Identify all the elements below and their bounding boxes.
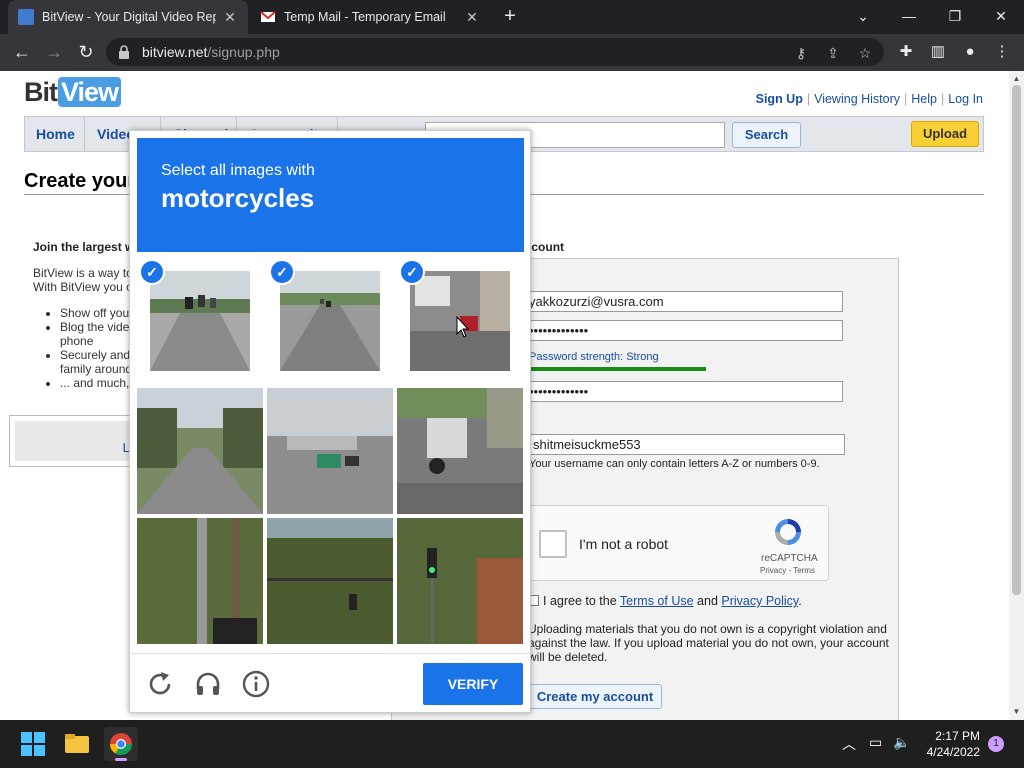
browser-tab-strip: BitView - Your Digital Video Repository … xyxy=(0,0,1024,34)
tab-temp-mail[interactable]: Temp Mail - Temporary Email ✕ xyxy=(250,0,490,34)
challenge-tile-8[interactable] xyxy=(267,518,393,644)
challenge-tile-9[interactable] xyxy=(397,518,523,644)
recaptcha-checkbox[interactable] xyxy=(539,530,567,558)
upload-button[interactable]: Upload xyxy=(911,121,979,147)
gmail-favicon-icon xyxy=(260,9,276,25)
recaptcha-widget: I'm not a robot reCAPTCHA Privacy - Term… xyxy=(528,505,829,581)
audio-icon[interactable] xyxy=(193,669,223,699)
top-links: Sign Up | Viewing History | Help | Log In xyxy=(755,92,983,106)
login-link[interactable]: Log In xyxy=(948,92,983,106)
scroll-up-icon[interactable]: ▲ xyxy=(1009,74,1024,83)
tray-chevron-up-icon[interactable]: ︿ xyxy=(842,734,856,754)
reload-page-icon[interactable]: ↻ xyxy=(74,40,98,64)
taskbar: ︿ ▭ 🔈 2:17 PM 4/24/2022 1 xyxy=(0,720,1024,768)
selected-check-icon: ✓ xyxy=(139,259,165,285)
url-text: bitview.net/signup.php xyxy=(142,44,280,60)
nav-home[interactable]: Home xyxy=(25,117,85,151)
lock-icon xyxy=(118,45,130,64)
viewing-history-link[interactable]: Viewing History xyxy=(814,92,900,106)
recaptcha-brand: reCAPTCHA xyxy=(761,553,818,564)
side-panel-icon[interactable]: ▥ xyxy=(928,42,948,62)
tab-title: BitView - Your Digital Video Repository xyxy=(42,10,216,24)
kebab-menu-icon[interactable]: ⋮ xyxy=(992,42,1012,62)
challenge-tile-4[interactable] xyxy=(137,388,263,514)
mouse-cursor-icon xyxy=(456,316,470,338)
selected-check-icon: ✓ xyxy=(269,259,295,285)
volume-icon[interactable]: 🔈 xyxy=(893,734,910,751)
tab-title: Temp Mail - Temporary Email xyxy=(284,10,446,24)
password-strength-text: Password strength: Strong xyxy=(529,351,659,363)
restore-icon[interactable]: ❐ xyxy=(943,4,967,28)
challenge-tile-6[interactable] xyxy=(397,388,523,514)
help-link[interactable]: Help xyxy=(911,92,937,106)
clock-time: 2:17 PM xyxy=(935,729,980,743)
share-icon[interactable]: ⇪ xyxy=(824,44,842,62)
tab-bitview[interactable]: BitView - Your Digital Video Repository … xyxy=(8,0,248,34)
agree-row: I agree to the Terms of Use and Privacy … xyxy=(528,594,802,608)
notification-badge[interactable]: 1 xyxy=(988,736,1004,752)
reload-icon[interactable] xyxy=(145,669,175,699)
windows-start-icon[interactable] xyxy=(16,727,50,761)
recaptcha-privacy-terms[interactable]: Privacy - Terms xyxy=(760,566,815,575)
clock-date: 4/24/2022 xyxy=(926,745,980,759)
challenge-target: motorcycles xyxy=(161,183,315,213)
back-arrow-icon[interactable]: ← xyxy=(10,40,34,64)
info-icon[interactable] xyxy=(241,669,271,699)
recaptcha-label: I'm not a robot xyxy=(579,536,669,552)
verify-button[interactable]: VERIFY xyxy=(423,663,523,705)
scroll-down-icon[interactable]: ▼ xyxy=(1009,707,1024,716)
copyright-notice: Uploading materials that you do not own … xyxy=(528,622,889,664)
key-icon[interactable]: ⚷ xyxy=(792,44,810,62)
terms-link[interactable]: Terms of Use xyxy=(620,594,694,608)
password-strength-bar xyxy=(529,367,706,371)
new-tab-plus-icon[interactable]: + xyxy=(498,4,522,28)
bookmark-star-icon[interactable]: ☆ xyxy=(856,44,874,62)
create-account-button[interactable]: Create my account xyxy=(528,684,662,709)
challenge-tile-7[interactable] xyxy=(137,518,263,644)
search-button[interactable]: Search xyxy=(732,122,801,148)
challenge-instruction: Select all images with xyxy=(161,162,315,179)
bitview-logo[interactable]: Bit View xyxy=(24,77,122,108)
close-window-icon[interactable]: ✕ xyxy=(989,4,1013,28)
recaptcha-challenge: Select all images with motorcycles ✓ ✓ ✓ xyxy=(129,130,531,713)
file-explorer-icon[interactable] xyxy=(60,727,94,761)
selected-check-icon: ✓ xyxy=(399,259,425,285)
username-hint: Your username can only contain letters A… xyxy=(529,458,820,470)
page-scrollbar[interactable]: ▲ ▼ xyxy=(1009,71,1024,720)
scroll-thumb[interactable] xyxy=(1012,85,1021,595)
privacy-link[interactable]: Privacy Policy xyxy=(721,594,798,608)
tab-search-chevron-icon[interactable]: ⌄ xyxy=(851,4,875,28)
signup-link[interactable]: Sign Up xyxy=(756,92,803,106)
chrome-icon[interactable] xyxy=(104,727,138,761)
browser-toolbar: ← → ↻ bitview.net/signup.php ⚷ ⇪ ☆ ✚ ▥ ●… xyxy=(0,34,1024,71)
forward-arrow-icon[interactable]: → xyxy=(42,40,66,64)
close-tab-icon[interactable]: ✕ xyxy=(464,9,480,26)
challenge-tile-5[interactable] xyxy=(267,388,393,514)
extensions-puzzle-icon[interactable]: ✚ xyxy=(896,42,916,62)
network-icon[interactable]: ▭ xyxy=(869,734,882,751)
profile-avatar-icon[interactable]: ● xyxy=(960,42,980,62)
challenge-header: Select all images with motorcycles xyxy=(137,138,524,252)
close-tab-icon[interactable]: ✕ xyxy=(222,9,238,26)
minimize-icon[interactable]: — xyxy=(897,4,921,28)
address-bar[interactable]: bitview.net/signup.php ⚷ ⇪ ☆ xyxy=(106,38,884,66)
challenge-footer: VERIFY xyxy=(130,653,530,713)
system-clock[interactable]: 2:17 PM 4/24/2022 xyxy=(927,728,980,760)
recaptcha-logo-icon xyxy=(772,516,804,553)
bitview-favicon-icon xyxy=(18,9,34,25)
